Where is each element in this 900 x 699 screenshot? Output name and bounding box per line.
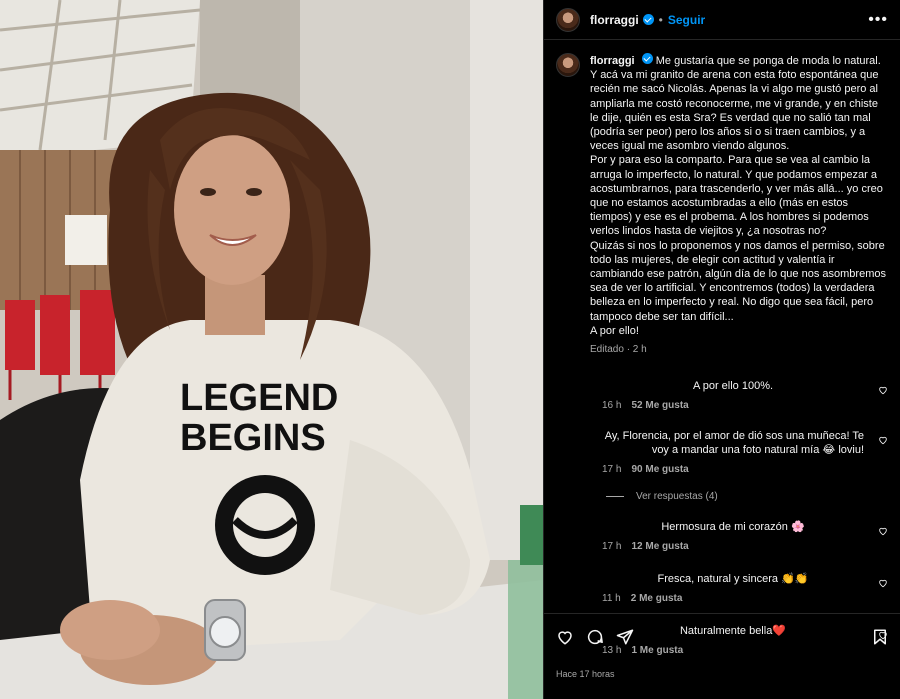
- comment-likes[interactable]: 90 Me gusta: [631, 464, 688, 475]
- caption: florraggi Me gustaría que se ponga de mo…: [544, 40, 900, 355]
- post-side-panel: florraggi • Seguir ••• florraggi Me gust…: [543, 0, 900, 699]
- heart-icon[interactable]: [878, 578, 888, 588]
- save-icon[interactable]: [871, 628, 889, 646]
- share-icon[interactable]: [616, 628, 634, 646]
- separator-dot: •: [658, 12, 663, 27]
- comment-icon[interactable]: [586, 628, 604, 646]
- heart-icon[interactable]: [878, 435, 888, 445]
- heart-icon[interactable]: [878, 526, 888, 536]
- comment-text: A por ello 100%.: [692, 380, 774, 393]
- comment-text: Fresca, natural y sincera 👏👏: [657, 573, 809, 586]
- comment-meta: 16 h 52 Me gusta: [602, 400, 864, 411]
- post-header: florraggi • Seguir •••: [544, 0, 900, 40]
- post-timestamp: Hace 17 horas: [556, 669, 615, 679]
- comment-item: Fresca, natural y sincera 👏👏 11 h 2 Me gu…: [556, 572, 888, 604]
- caption-avatar[interactable]: [556, 53, 580, 77]
- post-photo: LEGEND BEGINS: [0, 0, 543, 699]
- replies-label[interactable]: Ver respuestas (4): [636, 491, 718, 502]
- heart-icon[interactable]: [878, 385, 888, 395]
- sweater-text-2: BEGINS: [180, 417, 326, 459]
- view-replies-button[interactable]: Ver respuestas (4): [556, 491, 888, 502]
- comment-time: 16 h: [602, 400, 622, 412]
- caption-username[interactable]: florraggi: [590, 55, 635, 67]
- comment-time: 17 h: [602, 541, 622, 553]
- comment-time: 17 h: [602, 464, 622, 476]
- comment-likes[interactable]: 12 Me gusta: [631, 541, 688, 552]
- photo-illustration: LEGEND BEGINS: [0, 0, 543, 699]
- post-actions-bar: [544, 613, 900, 659]
- comment-likes[interactable]: 52 Me gusta: [631, 400, 688, 411]
- comment-item: Hermosura de mi corazón 🌸 17 h 12 Me gust…: [556, 520, 888, 552]
- comment-item: A por ello 100%. 16 h 52 Me gusta: [556, 379, 888, 411]
- more-icon[interactable]: •••: [868, 11, 888, 29]
- caption-body-text: Me gustaría que se ponga de moda lo natu…: [590, 55, 886, 337]
- caption-text: florraggi Me gustaría que se ponga de mo…: [590, 53, 888, 338]
- comment-meta: 11 h 2 Me gusta: [602, 593, 864, 604]
- caption-meta: Editado · 2 h: [590, 344, 647, 356]
- comment-item: Ay, Florencia, por el amor de dió sos un…: [556, 429, 888, 475]
- comment-meta: 17 h 12 Me gusta: [602, 541, 864, 552]
- heart-icon[interactable]: [556, 628, 574, 646]
- comment-time: 11 h: [602, 593, 621, 605]
- sweater-text-1: LEGEND: [180, 377, 338, 419]
- comment-likes[interactable]: 2 Me gusta: [631, 593, 683, 604]
- author-username[interactable]: florraggi: [590, 13, 639, 27]
- replies-line: [606, 496, 624, 498]
- comment-text: Ay, Florencia, por el amor de dió sos un…: [604, 430, 864, 457]
- comment-text: Hermosura de mi corazón 🌸: [661, 521, 805, 534]
- comment-meta: 17 h 90 Me gusta: [602, 464, 864, 475]
- verified-badge-icon: [642, 14, 654, 25]
- caption-verified-icon: [641, 53, 653, 64]
- author-avatar[interactable]: [556, 7, 580, 32]
- follow-button[interactable]: Seguir: [668, 13, 705, 27]
